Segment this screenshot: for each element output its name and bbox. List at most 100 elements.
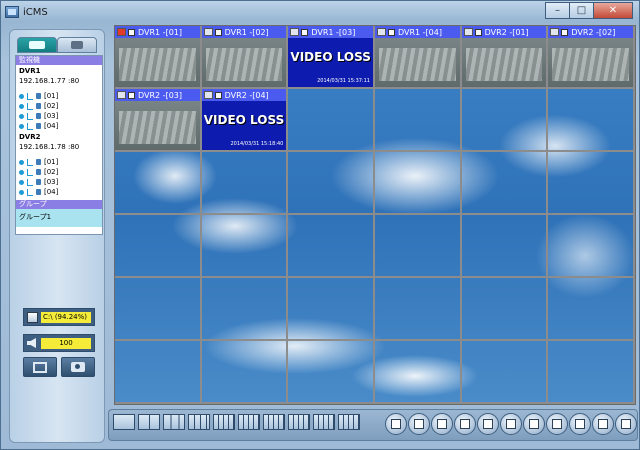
export-icon — [529, 419, 539, 429]
alarm-icon — [117, 28, 126, 36]
channel-item[interactable]: [02] — [16, 167, 102, 177]
layout-9-icon[interactable] — [213, 414, 235, 430]
channel-item[interactable]: [03] — [16, 111, 102, 121]
settings-tab-icon — [71, 41, 83, 49]
empty-tile[interactable] — [374, 152, 462, 215]
close-button[interactable]: ✕ — [593, 2, 633, 19]
camera-tile[interactable]: DVR1 -[02] — [201, 26, 289, 89]
audio-icon — [203, 28, 213, 36]
copy-icon — [575, 419, 585, 429]
empty-tile[interactable] — [461, 278, 549, 341]
search-button[interactable] — [431, 413, 453, 435]
empty-tile[interactable] — [461, 341, 549, 404]
channel-item[interactable]: [02] — [16, 101, 102, 111]
camera-tile[interactable]: DVR1 -[01] — [115, 26, 202, 89]
dvr-entry[interactable]: DVR2 192.168.1.78 :80 — [16, 131, 102, 151]
channel-item[interactable]: [01] — [16, 91, 102, 101]
empty-tile[interactable] — [288, 89, 375, 152]
empty-tile[interactable] — [461, 152, 549, 215]
channel-item[interactable]: [01] — [16, 157, 102, 167]
channel-item[interactable]: [04] — [16, 121, 102, 131]
empty-tile[interactable] — [115, 152, 202, 215]
empty-tile[interactable] — [201, 278, 289, 341]
channel-item[interactable]: [03] — [16, 177, 102, 187]
storage-value: C:\ (94.24%) — [41, 311, 91, 323]
sequence-button[interactable] — [385, 413, 407, 435]
layout-4-icon[interactable] — [138, 414, 160, 430]
empty-tile[interactable] — [201, 152, 289, 215]
camera-tile[interactable]: DVR2 -[01] — [461, 26, 549, 89]
ptz-button[interactable] — [454, 413, 476, 435]
empty-tile[interactable] — [374, 278, 462, 341]
volume-control[interactable]: 100 — [23, 334, 95, 352]
tab-devices[interactable] — [17, 37, 57, 53]
empty-tile[interactable] — [288, 152, 375, 215]
layout-36-icon[interactable] — [338, 414, 360, 430]
bottom-toolbar — [108, 409, 638, 441]
empty-tile[interactable] — [374, 215, 462, 278]
channel-label: [01] — [44, 92, 59, 100]
empty-tile[interactable] — [548, 152, 635, 215]
layout-10-icon[interactable] — [238, 414, 260, 430]
camera-tile[interactable]: DVR1 -[04] — [374, 26, 462, 89]
tree-header: 監視機 — [16, 56, 102, 65]
layout-1-icon[interactable] — [113, 414, 135, 430]
camera-tile[interactable]: DVR2 -[02] — [548, 26, 635, 89]
exit-button[interactable] — [615, 413, 637, 435]
maximize-button[interactable]: □ — [569, 2, 594, 19]
window-title: iCMS — [23, 6, 48, 18]
camera-label: DVR1 -[04] — [397, 27, 442, 37]
empty-tile[interactable] — [288, 215, 375, 278]
snapshot-button[interactable] — [61, 357, 95, 377]
empty-tile[interactable] — [115, 341, 202, 404]
camera-title-bar: DVR2 -[02] — [548, 26, 633, 38]
empty-tile[interactable] — [548, 341, 635, 404]
empty-tile[interactable] — [115, 215, 202, 278]
channel-item[interactable]: [04] — [16, 187, 102, 197]
empty-tile[interactable] — [548, 278, 635, 341]
empty-tile[interactable] — [461, 215, 549, 278]
empty-tile[interactable] — [548, 215, 635, 278]
export-button[interactable] — [523, 413, 545, 435]
empty-tile[interactable] — [374, 89, 462, 152]
layout-16-icon[interactable] — [288, 414, 310, 430]
layout-8-icon[interactable] — [188, 414, 210, 430]
channel-camera-icon — [36, 189, 41, 195]
empty-tile[interactable] — [201, 341, 289, 404]
layout-25-icon[interactable] — [313, 414, 335, 430]
status-dot-icon — [19, 103, 24, 109]
camera-tile[interactable]: DVR2 -[04] VIDEO LOSS 2014/03/31 15:18:40 — [201, 89, 289, 152]
speaker-icon — [27, 338, 36, 348]
tab-settings[interactable] — [57, 37, 97, 53]
camera-title-bar: DVR1 -[03] — [288, 26, 373, 38]
record-status-icon — [474, 28, 482, 36]
empty-tile[interactable] — [374, 341, 462, 404]
tree-branch-icon — [27, 158, 33, 166]
empty-tile[interactable] — [288, 278, 375, 341]
play-button[interactable] — [477, 413, 499, 435]
empty-tile[interactable] — [115, 278, 202, 341]
network-button[interactable] — [546, 413, 568, 435]
empty-tile[interactable] — [201, 215, 289, 278]
device-tab-icon — [29, 41, 45, 49]
minimize-button[interactable]: – — [545, 2, 570, 19]
camera-tile[interactable]: DVR2 -[03] — [115, 89, 202, 152]
playback-button[interactable] — [408, 413, 430, 435]
dvr-entry[interactable]: DVR1 192.168.1.77 :80 — [16, 65, 102, 85]
camera-label: DVR1 -[02] — [224, 27, 269, 37]
layout-13-icon[interactable] — [263, 414, 285, 430]
record-status-icon — [387, 28, 395, 36]
step-button[interactable] — [500, 413, 522, 435]
snapshot-list-button[interactable] — [592, 413, 614, 435]
record-button[interactable] — [23, 357, 57, 377]
group-header: グループ — [16, 200, 102, 209]
copy-button[interactable] — [569, 413, 591, 435]
tree-branch-icon — [27, 92, 33, 100]
empty-tile[interactable] — [548, 89, 635, 152]
camera-tile[interactable]: DVR1 -[03] VIDEO LOSS 2014/03/31 15:37:11 — [288, 26, 375, 89]
tree-branch-icon — [27, 178, 33, 186]
empty-tile[interactable] — [288, 341, 375, 404]
group-item[interactable]: グループ1 — [16, 209, 102, 227]
layout-6-icon[interactable] — [163, 414, 185, 430]
empty-tile[interactable] — [461, 89, 549, 152]
